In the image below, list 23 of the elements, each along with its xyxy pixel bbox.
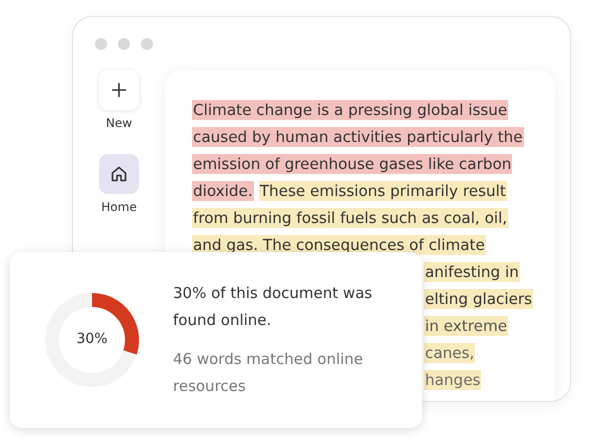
home-icon — [110, 165, 128, 183]
window-dot[interactable] — [118, 38, 130, 50]
highlighted-text: from burning fossil fuels such as coal, oil, — [192, 208, 508, 228]
highlighted-text: and gas. The consequences of climate — [192, 234, 486, 254]
highlighted-text: anifesting in — [424, 262, 520, 282]
highlighted-text: caused by human activities particularly the — [192, 126, 524, 146]
nav-button[interactable] — [99, 154, 139, 194]
plus-icon — [111, 82, 127, 98]
highlighted-text: Climate change is a pressing global issue — [192, 100, 508, 120]
highlighted-text: in extreme — [424, 316, 508, 336]
window-dot[interactable] — [95, 38, 107, 50]
percent-label: 30% — [75, 331, 109, 347]
highlighted-text: emission of greenhouse gases like carbon — [192, 154, 512, 174]
highlighted-text: elting glaciers — [424, 288, 534, 308]
window-dot[interactable] — [141, 38, 153, 50]
highlighted-text: These emissions primarily result — [258, 180, 507, 200]
highlighted-text: hanges — [424, 370, 482, 390]
nav-label[interactable]: New — [106, 116, 132, 130]
highlighted-text: dioxide. — [192, 180, 254, 200]
nav-label[interactable]: Home — [101, 200, 137, 214]
summary-text: 30% of this document was found online. — [173, 283, 374, 331]
highlighted-text: canes, — [424, 342, 476, 362]
detail-text: 46 words matched online resources — [173, 349, 364, 397]
